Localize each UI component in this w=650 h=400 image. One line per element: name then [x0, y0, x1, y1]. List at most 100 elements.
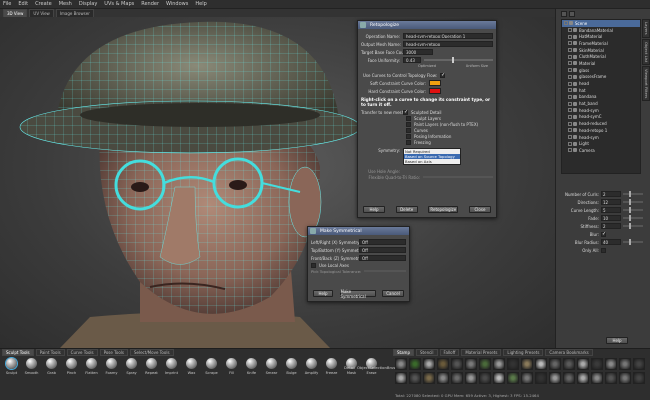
visibility-toggle-icon[interactable]	[568, 148, 572, 153]
outliner-item[interactable]: HatMaterial	[562, 33, 640, 40]
visibility-toggle-icon[interactable]	[568, 88, 572, 93]
stamp-swatch[interactable]	[521, 358, 533, 370]
stamp-swatch[interactable]	[633, 358, 645, 370]
visibility-toggle-icon[interactable]	[568, 68, 572, 73]
stamp-swatch[interactable]	[535, 358, 547, 370]
soft-color-swatch[interactable]	[429, 80, 441, 86]
stamp-swatch[interactable]	[451, 372, 463, 384]
outliner-item[interactable]: Material	[562, 60, 640, 67]
tab-lighting-presets[interactable]: Lighting Presets	[503, 349, 544, 356]
visibility-toggle-icon[interactable]	[568, 108, 572, 113]
help-button[interactable]: Help	[313, 290, 333, 297]
tool-grab[interactable]: Grab	[44, 358, 59, 375]
help-button[interactable]: Help	[363, 206, 385, 213]
3d-viewport[interactable]: Retopologize Operation Name: head-sym-re…	[0, 17, 555, 348]
visibility-toggle-icon[interactable]	[568, 54, 572, 59]
property-value-input[interactable]: 12	[601, 199, 621, 205]
symmetry-x-select[interactable]: Off	[359, 239, 406, 245]
menu-mesh[interactable]: Mesh	[59, 1, 72, 7]
property-value-input[interactable]: 40	[601, 239, 621, 245]
visibility-toggle-icon[interactable]	[568, 141, 572, 146]
tab-material-presets[interactable]: Material Presets	[461, 349, 502, 356]
outliner-item[interactable]: ClothMaterial	[562, 53, 640, 60]
tool-amplify[interactable]: Amplify	[304, 358, 319, 375]
stamp-swatch[interactable]	[493, 372, 505, 384]
stamp-swatch[interactable]	[465, 358, 477, 370]
stamp-swatch[interactable]	[619, 358, 631, 370]
stamp-swatch[interactable]	[423, 358, 435, 370]
tab-object-list[interactable]: Object List	[642, 38, 650, 65]
stamp-swatch[interactable]	[549, 372, 561, 384]
tab-falloff[interactable]: Falloff	[439, 349, 460, 356]
tool-pinch[interactable]: Pinch	[64, 358, 79, 375]
outliner-item[interactable]: Scene	[562, 20, 640, 27]
visibility-toggle-icon[interactable]	[568, 128, 572, 133]
tab-sculpt-tools[interactable]: Sculpt Tools	[2, 349, 34, 356]
outliner-item[interactable]: hat_band	[562, 100, 640, 107]
transfer-curves-checkbox[interactable]	[406, 127, 411, 133]
close-button[interactable]: Close	[468, 206, 491, 213]
property-slider[interactable]	[623, 207, 643, 213]
menu-render[interactable]: Render	[141, 1, 159, 7]
outliner-item[interactable]: head-retopo 1	[562, 127, 640, 134]
tab-pose-tools[interactable]: Pose Tools	[99, 349, 128, 356]
property-slider[interactable]	[623, 199, 643, 205]
target-count-input[interactable]: 3000	[403, 49, 433, 55]
stamp-swatch[interactable]	[591, 372, 603, 384]
slider-handle[interactable]	[451, 57, 454, 63]
outliner-item[interactable]: SkinMaterial	[562, 47, 640, 54]
visibility-toggle-icon[interactable]	[568, 121, 572, 126]
menu-uvs-maps[interactable]: UVs & Maps	[104, 1, 134, 7]
retopologize-button[interactable]: Retopologize	[428, 206, 459, 213]
tool-freeze[interactable]: Freeze	[324, 358, 339, 375]
make-symmetrical-title-bar[interactable]: Make Symmetrical	[308, 227, 409, 235]
stamp-swatch[interactable]	[437, 372, 449, 384]
stamp-swatch[interactable]	[465, 372, 477, 384]
stamp-swatch[interactable]	[521, 372, 533, 384]
detail-tool[interactable]: Detail	[344, 365, 355, 370]
visibility-toggle-icon[interactable]	[568, 61, 572, 66]
tool-knife[interactable]: Knife	[244, 358, 259, 375]
visibility-toggle-icon[interactable]	[568, 114, 572, 119]
visibility-toggle-icon[interactable]	[568, 135, 572, 140]
outliner-item[interactable]: FrameMaterial	[562, 40, 640, 47]
tab-paint-tools[interactable]: Paint Tools	[35, 349, 65, 356]
outliner-item[interactable]: bandana	[562, 94, 640, 101]
visibility-toggle-icon[interactable]	[568, 48, 572, 53]
stamp-swatch[interactable]	[507, 358, 519, 370]
delete-button[interactable]: Delete	[395, 206, 418, 213]
outliner-item[interactable]: head	[562, 80, 640, 87]
lock-icon[interactable]	[569, 11, 575, 17]
outliner-item[interactable]: BandanaMaterial	[562, 27, 640, 34]
tool-imprint[interactable]: Imprint	[164, 358, 179, 375]
property-checkbox[interactable]	[601, 231, 606, 237]
stamp-swatch[interactable]	[395, 358, 407, 370]
menu-windows[interactable]: Windows	[166, 1, 188, 7]
retopologize-title-bar[interactable]: Retopologize	[358, 21, 496, 29]
tool-smear[interactable]: Smear	[264, 358, 279, 375]
tab-camera-bookmarks[interactable]: Camera Bookmarks	[545, 349, 593, 356]
symmetry-option[interactable]: Based on Axis	[404, 159, 460, 164]
tab-layers[interactable]: Layers	[642, 19, 650, 38]
outliner-item[interactable]: glassesFrame	[562, 74, 640, 81]
property-value-input[interactable]: 10	[601, 215, 621, 221]
stamp-swatch[interactable]	[409, 372, 421, 384]
stamp-swatch[interactable]	[493, 358, 505, 370]
stamp-swatch[interactable]	[591, 358, 603, 370]
flexible-slider[interactable]	[423, 176, 493, 178]
tool-fill[interactable]: Fill	[224, 358, 239, 375]
stamp-swatch[interactable]	[605, 358, 617, 370]
stamp-swatch[interactable]	[507, 372, 519, 384]
stamp-swatch[interactable]	[619, 372, 631, 384]
transfer-posing-checkbox[interactable]	[406, 133, 411, 139]
outliner-item[interactable]: head-symC	[562, 114, 640, 121]
cancel-button[interactable]: Cancel	[382, 290, 404, 297]
property-slider[interactable]	[623, 223, 643, 229]
stamp-swatch[interactable]	[577, 372, 589, 384]
visibility-toggle-icon[interactable]	[568, 74, 572, 79]
stamp-swatch[interactable]	[605, 372, 617, 384]
visibility-toggle-icon[interactable]	[568, 81, 572, 86]
transfer-paint-layers-checkbox[interactable]	[406, 121, 411, 127]
face-uniformity-slider[interactable]	[424, 57, 493, 63]
transfer-freezing-checkbox[interactable]	[406, 139, 411, 145]
